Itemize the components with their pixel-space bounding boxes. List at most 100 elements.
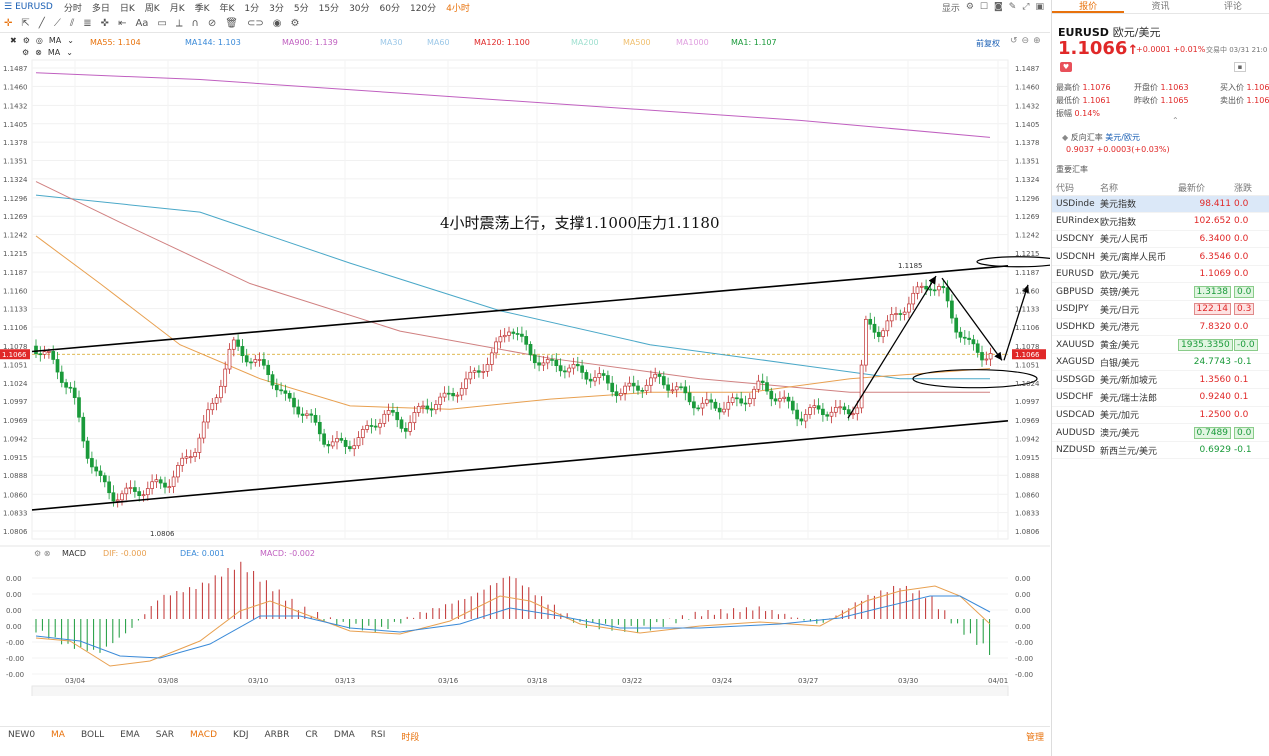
minus-icon[interactable]: ⊖ [1022,36,1030,46]
indicator-11[interactable]: 时段 [393,730,427,743]
indicator-4[interactable]: SAR [148,730,182,743]
trash-icon[interactable]: 🗑 [225,18,238,29]
indicator-0[interactable]: NEW0 [0,730,43,743]
crosshair-icon[interactable]: ✛ [4,18,12,29]
period-12[interactable]: 60分 [375,1,405,14]
indicator-10[interactable]: RSI [363,730,394,743]
period-2[interactable]: 日K [115,1,140,14]
period-3[interactable]: 周K [140,1,165,14]
table-row[interactable]: GBPUSD 英镑/美元 1.3138 0.0 [1052,282,1269,302]
eye-icon[interactable]: ◉ [273,18,282,29]
undo-icon[interactable]: ↺ [1010,36,1018,46]
period-9[interactable]: 5分 [289,1,314,14]
period-10[interactable]: 15分 [314,1,344,14]
table-row[interactable]: USDHKD 美元/港元 7.8320 0.0 [1052,318,1269,337]
period-5[interactable]: 季K [190,1,215,14]
ma-item-3[interactable]: MA30 [380,38,403,47]
table-row[interactable]: EURUSD 欧元/美元 1.1069 0.0 [1052,265,1269,284]
table-row[interactable]: NZDUSD 新西兰元/美元 0.6929 -0.1 [1052,441,1269,460]
row-change-cell: 0.0 [1234,423,1269,442]
indicator-7[interactable]: ARBR [257,730,298,743]
magnet-icon[interactable]: ∩ [192,18,199,29]
indicator-2[interactable]: BOLL [73,730,112,743]
period-7[interactable]: 1分 [239,1,264,14]
panel-tab-0[interactable]: 报价 [1052,0,1125,13]
candle-body [498,336,503,343]
period-14[interactable]: 4小时 [441,1,475,14]
note-icon[interactable]: ▭ [157,18,166,29]
link-icon[interactable]: ⊂⊃ [247,18,264,29]
indicator-8[interactable]: CR [297,730,326,743]
list-icon[interactable]: ▪ [1234,62,1246,72]
text-tool-icon[interactable]: Aa [135,18,148,29]
gear-icon[interactable]: ⚙ [23,36,30,45]
reverse-rate-pair[interactable]: 美元/欧元 [1105,133,1140,142]
col-header-1[interactable]: 名称 [1100,180,1178,196]
col-header-2[interactable]: 最新价 [1178,180,1234,196]
arrow-tool-icon[interactable]: ⇤ [118,18,126,29]
panel-tab-1[interactable]: 资讯 [1124,0,1196,13]
line-icon[interactable]: ╱ [39,18,45,29]
period-4[interactable]: 月K [165,1,190,14]
col-header-3[interactable]: 涨跌 [1234,180,1269,196]
ma-item-4[interactable]: MA60 [427,38,450,47]
period-1[interactable]: 多日 [87,1,115,14]
restore-label[interactable]: 前复权 [976,38,1000,49]
ma-item-5[interactable]: MA120: 1.100 [474,38,530,47]
manage-button[interactable]: 管理 [1026,730,1044,743]
table-row[interactable]: AUDUSD 澳元/美元 0.7489 0.0 [1052,423,1269,442]
hide-icon[interactable]: ⊘ [208,18,216,29]
col-header-0[interactable]: 代码 [1052,180,1100,196]
channel-icon[interactable]: ⫽ [70,18,74,29]
indicator-1[interactable]: MA [43,730,73,743]
close-icon[interactable]: ✖ [10,36,17,45]
ma-item-0[interactable]: MA55: 1.104 [90,38,141,47]
period-8[interactable]: 3分 [264,1,289,14]
ray-icon[interactable]: ⟋ [54,18,61,29]
table-row[interactable]: USDCNH 美元/离岸人民币 6.3546 0.0 [1052,247,1269,266]
table-row[interactable]: USDSGD 美元/新加坡元 1.3560 0.1 [1052,370,1269,390]
ma-item-7[interactable]: MA500 [623,38,651,47]
period-13[interactable]: 120分 [405,1,441,14]
settings-icon[interactable]: ⚙ [290,18,299,29]
ma-item-2[interactable]: MA900: 1.139 [282,38,338,47]
pencil-icon[interactable]: ✎ [1009,2,1017,12]
fullscreen-icon[interactable]: ⤢ [1022,2,1029,12]
indicator-9[interactable]: DMA [326,730,363,743]
ma-item-1[interactable]: MA144: 1.103 [185,38,241,47]
table-row[interactable]: XAGUSD 白银/美元 24.7743 -0.1 [1052,353,1269,372]
table-row[interactable]: USDJPY 美元/日元 122.14 0.3 [1052,300,1269,319]
visible-icon[interactable]: ◎ [36,36,43,45]
panel-tab-2[interactable]: 评论 [1197,0,1269,13]
period-11[interactable]: 30分 [344,1,374,14]
symbol-selector[interactable]: ☰ EURUSD [4,2,53,12]
cross-tool-icon[interactable]: ✜ [101,18,109,29]
table-row[interactable]: XAUUSD 黄金/美元 1935.3350 -0.0 [1052,335,1269,354]
table-row[interactable]: USDCAD 美元/加元 1.2500 0.0 [1052,406,1269,425]
window-icon[interactable]: ▣ [1035,2,1044,12]
collapse-icon[interactable]: ⌃ [1172,116,1179,125]
gear-icon[interactable]: ⚙ [966,2,974,12]
fib-icon[interactable]: ≣ [83,18,91,29]
price-chart[interactable]: 4小时震荡上行，支撑1.1000压力1.1180 1.1185 1.0806 1.1… [0,56,1050,696]
indicator-6[interactable]: KDJ [225,730,257,743]
plus-icon[interactable]: ⊕ [1033,36,1041,46]
square-icon[interactable]: ☐ [980,2,988,12]
period-6[interactable]: 年K [215,1,240,14]
table-row[interactable]: USDCNY 美元/人民币 6.3400 0.0 [1052,230,1269,249]
table-row[interactable]: USDCHF 美元/瑞士法郎 0.9240 0.1 [1052,388,1269,407]
ma-item-8[interactable]: MA1000 [676,38,709,47]
table-row[interactable]: USDinde 美元指数 98.411 0.0 [1052,195,1269,214]
camera-icon[interactable]: ◙ [994,2,1003,12]
ruler-icon[interactable]: ⟂ [176,18,183,29]
indicator-3[interactable]: EMA [112,730,148,743]
table-row[interactable]: EURindex 欧元指数 102.652 0.0 [1052,212,1269,231]
period-0[interactable]: 分时 [59,1,87,14]
display-menu[interactable]: 显示 [942,1,960,14]
ma-item-6[interactable]: MA200 [571,38,599,47]
indicator-5[interactable]: MACD [182,730,225,743]
ma-item-9[interactable]: MA1: 1.107 [731,38,777,47]
heart-icon[interactable]: ♥ [1060,62,1072,72]
pan-icon[interactable]: ⇱ [21,18,29,29]
chevron-down-icon[interactable]: ⌄ [67,36,74,45]
